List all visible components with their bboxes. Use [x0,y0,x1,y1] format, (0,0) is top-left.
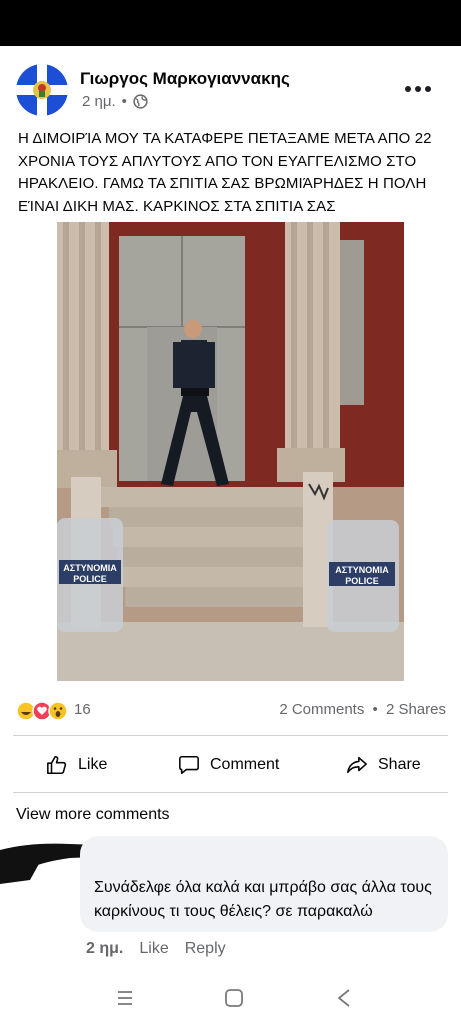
reactions-bar: 16 2 Comments • 2 Shares [16,698,446,724]
status-bar [0,0,461,46]
share-button[interactable]: Share [346,746,421,784]
post-text: Η ΔΙΜΟΙΡΊΑ ΜΟΥ ΤΑ ΚΑΤΑΦΕΡΕ ΠΕΤΑΞΑΜΕ ΜΕΤΑ… [18,130,432,215]
meta-separator: • [121,93,127,110]
shield-text-left-2: POLICE [73,574,107,584]
post-photo[interactable]: ΑΣΤΥΝΟΜΙΑ POLICE ΑΣΤΥΝΟΜΙΑ POLICE [57,222,404,681]
system-nav-bar [0,972,461,1024]
thumbs-up-icon [47,755,67,775]
comment-like-button[interactable]: Like [139,940,168,958]
author-avatar[interactable] [16,64,68,116]
post-actions: Like Comment Share [0,746,461,784]
shield-text-left-1: ΑΣΤΥΝΟΜΙΑ [63,563,117,573]
comment-bubble-icon [179,755,199,775]
view-more-comments[interactable]: View more comments [16,806,170,824]
comment-label: Comment [210,756,280,773]
comment-reply-button[interactable]: Reply [185,940,226,958]
back-icon[interactable] [332,986,356,1010]
home-icon[interactable] [222,986,246,1010]
divider-top [13,735,448,736]
comment-button[interactable]: Comment [178,746,279,784]
shares-count[interactable]: 2 Shares [386,701,446,718]
reaction-icons[interactable] [16,700,70,722]
like-label: Like [78,756,108,773]
globe-icon[interactable] [133,94,148,109]
post-time[interactable]: 2 ημ. [82,93,116,110]
post-header: Γιωργος Μαρκογιαννακης 2 ημ. • [0,60,461,120]
counts-separator: • [372,701,378,718]
divider-bottom [13,792,448,793]
comment-time[interactable]: 2 ημ. [86,940,123,958]
reaction-count[interactable]: 16 [74,701,91,718]
comment-text: Συνάδελφε όλα καλά και μπράβο σας άλλα τ… [94,879,432,920]
more-dots-icon[interactable] [405,86,431,92]
like-button[interactable]: Like [46,746,107,784]
share-arrow-icon [347,756,367,774]
comments-count[interactable]: 2 Comments [279,701,364,718]
shield-text-right-1: ΑΣΤΥΝΟΜΙΑ [335,565,389,575]
share-label: Share [378,756,421,773]
shield-text-right-2: POLICE [345,576,379,586]
post-meta: 2 ημ. • [82,93,148,110]
author-name[interactable]: Γιωργος Μαρκογιαννακης [80,69,290,89]
recent-apps-icon[interactable] [113,986,137,1010]
comment-meta: 2 ημ. Like Reply [86,940,226,958]
wow-icon [48,701,68,721]
comment-bubble[interactable]: Συνάδελφε όλα καλά και μπράβο σας άλλα τ… [80,836,448,932]
engagement-counts: 2 Comments • 2 Shares [279,701,446,718]
